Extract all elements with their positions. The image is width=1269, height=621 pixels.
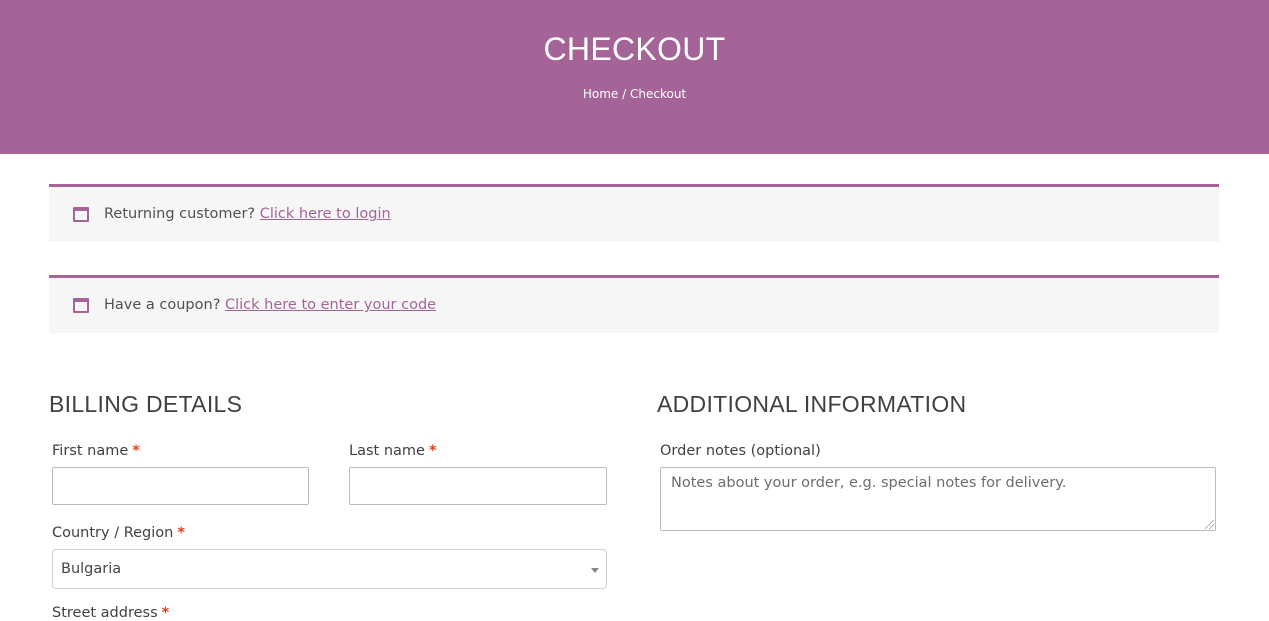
country-label: Country / Region * <box>52 525 185 541</box>
order-notes-label: Order notes (optional) <box>660 443 821 459</box>
window-icon <box>73 207 89 222</box>
login-notice-text: Returning customer? Click here to login <box>104 206 391 222</box>
required-marker: * <box>161 605 170 621</box>
last-name-label-text: Last name <box>349 443 425 459</box>
country-select[interactable]: Bulgaria <box>52 549 607 589</box>
login-notice-message: Returning customer? <box>104 206 260 222</box>
last-name-label: Last name * <box>349 443 437 459</box>
breadcrumb-home-link[interactable]: Home <box>583 87 618 101</box>
order-notes-textarea[interactable]: Notes about your order, e.g. special not… <box>660 467 1216 531</box>
street-address-label-text: Street address <box>52 605 158 621</box>
required-marker: * <box>428 443 437 459</box>
coupon-notice: Have a coupon? Click here to enter your … <box>49 275 1219 333</box>
required-marker: * <box>177 525 185 541</box>
coupon-notice-text: Have a coupon? Click here to enter your … <box>104 297 436 313</box>
page-header: CHECKOUT Home / Checkout <box>0 0 1269 154</box>
billing-details-title: BILLING DETAILS <box>49 391 243 417</box>
breadcrumb: Home / Checkout <box>0 87 1269 101</box>
resize-handle[interactable] <box>1205 520 1214 529</box>
additional-information-title: ADDITIONAL INFORMATION <box>657 391 967 417</box>
coupon-notice-message: Have a coupon? <box>104 297 225 313</box>
login-link[interactable]: Click here to login <box>260 206 391 222</box>
page-title: CHECKOUT <box>543 31 726 67</box>
first-name-input[interactable] <box>52 467 309 505</box>
country-select-value: Bulgaria <box>61 561 122 577</box>
first-name-label: First name * <box>52 443 140 459</box>
enter-coupon-link[interactable]: Click here to enter your code <box>225 297 436 313</box>
order-notes-placeholder: Notes about your order, e.g. special not… <box>671 475 1067 491</box>
login-notice: Returning customer? Click here to login <box>49 184 1219 242</box>
breadcrumb-current: Checkout <box>629 87 687 101</box>
first-name-label-text: First name <box>52 443 129 459</box>
required-marker: * <box>132 443 140 459</box>
country-label-text: Country / Region <box>52 525 174 541</box>
street-address-label: Street address * <box>52 605 169 621</box>
caret-down-icon <box>591 568 599 573</box>
window-icon <box>73 298 89 313</box>
breadcrumb-separator: / <box>618 87 630 101</box>
last-name-input[interactable] <box>349 467 607 505</box>
